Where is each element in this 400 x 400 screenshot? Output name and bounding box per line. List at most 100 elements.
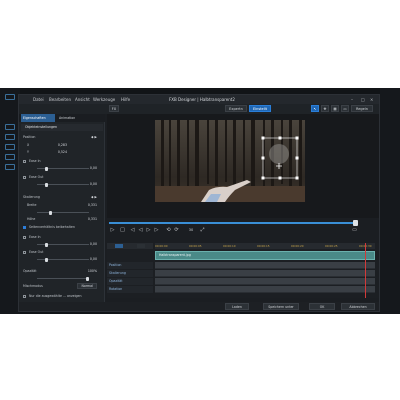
host-tool-icon[interactable]: [5, 94, 15, 100]
position-y-row: Y 0,524: [23, 149, 101, 156]
scale-value[interactable]: 0,331: [88, 202, 97, 209]
keyframe-icon[interactable]: ◆ ▶: [91, 194, 97, 201]
height-row: Höhe 0,331: [23, 216, 101, 223]
host-tool-icon[interactable]: [5, 124, 15, 130]
layout-icon[interactable]: ▭: [351, 227, 358, 234]
video-preview[interactable]: [155, 120, 305, 202]
minimize-icon[interactable]: –: [351, 95, 353, 104]
track-scale[interactable]: [155, 270, 375, 277]
track-label-opacity[interactable]: Opazität: [107, 278, 153, 285]
opacity-row: Opazität 100%: [23, 268, 101, 275]
timeline-ruler[interactable]: 00:00:00 00:00:05 00:00:10 00:00:15 00:0…: [155, 243, 375, 249]
step-forward-icon[interactable]: ▷: [145, 227, 152, 234]
ease-in2-checkbox[interactable]: [23, 236, 26, 239]
slider-knob[interactable]: [49, 210, 52, 215]
track-opacity[interactable]: [155, 278, 375, 285]
tab-animation[interactable]: Animation: [57, 114, 83, 122]
ruler-label: 00:00:20: [291, 244, 304, 248]
select-tool-icon[interactable]: ↖: [311, 105, 319, 112]
keyframe-icon[interactable]: ◆ ▶: [91, 134, 97, 141]
expert-mode-button[interactable]: Expertn: [225, 105, 247, 112]
height-value[interactable]: 0,331: [88, 216, 97, 223]
rules-dropdown[interactable]: Regeln: [351, 105, 373, 112]
menu-item-view[interactable]: Ansicht: [75, 95, 90, 104]
slider-knob[interactable]: [45, 182, 48, 187]
timeline-remove-button[interactable]: [137, 244, 145, 248]
fx-button[interactable]: FX: [109, 105, 119, 112]
track-rotation[interactable]: [155, 286, 375, 293]
menu-item-file[interactable]: Datei: [33, 95, 44, 104]
undo-icon[interactable]: ⟲: [165, 227, 172, 234]
slider-knob[interactable]: [45, 257, 48, 262]
timeline-clip[interactable]: Halbtransparent.jpg: [155, 251, 375, 260]
forest-scene-image: [155, 120, 305, 202]
play-icon[interactable]: ▷: [109, 227, 116, 234]
prev-frame-icon[interactable]: ◁: [129, 227, 136, 234]
ease-out-slider[interactable]: [37, 182, 89, 187]
screen-tool-icon[interactable]: ▭: [341, 105, 349, 112]
blend-mode-select[interactable]: Normal: [77, 283, 97, 289]
maximize-icon[interactable]: □: [361, 95, 365, 104]
slider-knob[interactable]: [45, 242, 48, 247]
ease-in2-value[interactable]: 0,00: [90, 241, 97, 248]
ease-in-slider[interactable]: [37, 166, 89, 171]
load-button[interactable]: Laden: [225, 303, 249, 310]
settings-mode-button[interactable]: Einstellt: [249, 105, 271, 112]
ease-in-value[interactable]: 0,00: [90, 165, 97, 172]
ease-out2-value[interactable]: 0,00: [90, 256, 97, 263]
ease-out-value[interactable]: 0,00: [90, 181, 97, 188]
ease-in-checkbox[interactable]: [23, 160, 26, 163]
slider-knob[interactable]: [86, 276, 89, 281]
ease-out-value-row: 0,00: [23, 181, 101, 188]
width-slider[interactable]: [37, 210, 89, 215]
host-tool-icon[interactable]: [5, 134, 15, 140]
ease-out-checkbox[interactable]: [23, 176, 26, 179]
dialog-footer: Laden Speichern unter OK Abbrechen: [19, 302, 379, 311]
track-label-rotation[interactable]: Rotation: [107, 286, 153, 293]
section-object-settings[interactable]: Objekteinstellungen: [21, 124, 103, 131]
ease-in2-slider[interactable]: [37, 242, 89, 247]
grid-tool-icon[interactable]: ▦: [331, 105, 339, 112]
redo-icon[interactable]: ⟳: [173, 227, 180, 234]
opacity-slider[interactable]: [37, 276, 89, 281]
host-tool-icon[interactable]: [5, 164, 15, 170]
ease-out2-slider[interactable]: [37, 257, 89, 262]
show-selected-checkbox[interactable]: [23, 295, 26, 298]
y-value-field[interactable]: 0,524: [58, 149, 67, 156]
tab-properties[interactable]: Eigenschaften: [21, 114, 55, 122]
ruler-label: 00:00:05: [189, 244, 202, 248]
menu-item-tools[interactable]: Werkzeuge: [93, 95, 115, 104]
step-back-icon[interactable]: ◁: [137, 227, 144, 234]
zoom-select[interactable]: 30: [185, 227, 197, 234]
stop-icon[interactable]: □: [119, 227, 126, 234]
ok-button[interactable]: OK: [309, 303, 335, 310]
fullscreen-icon[interactable]: ⤢: [199, 227, 206, 234]
cancel-button[interactable]: Abbrechen: [341, 303, 375, 310]
preview-scrub-handle[interactable]: [353, 220, 358, 226]
host-tool-icon[interactable]: [5, 154, 15, 160]
timeline-add-button[interactable]: [115, 244, 123, 248]
position-row: Position ◆ ▶: [23, 134, 101, 141]
pan-tool-icon[interactable]: ✥: [321, 105, 329, 112]
x-value-field[interactable]: 0,283: [58, 142, 67, 149]
track-position[interactable]: [155, 262, 375, 269]
blend-label: Mischmodus: [23, 284, 43, 288]
ease-out2-checkbox[interactable]: [23, 251, 26, 254]
track-label-position[interactable]: Position: [107, 262, 153, 269]
aspect-checkbox[interactable]: [23, 226, 26, 229]
next-frame-icon[interactable]: ▷: [153, 227, 160, 234]
menu-item-edit[interactable]: Bearbeiten: [49, 95, 71, 104]
height-label: Höhe: [27, 217, 36, 221]
timeline-playhead[interactable]: [365, 243, 366, 298]
close-icon[interactable]: ×: [370, 95, 373, 104]
ruler-label: 00:00:15: [257, 244, 270, 248]
menu-item-help[interactable]: Hilfe: [121, 95, 130, 104]
slider-knob[interactable]: [45, 166, 48, 171]
ruler-label: 00:00:10: [223, 244, 236, 248]
opacity-value[interactable]: 100%: [88, 268, 97, 275]
track-label-scale[interactable]: Skalierung: [107, 270, 153, 277]
host-tool-icon[interactable]: [5, 144, 15, 150]
show-selected-label: Nur die ausgewählte ... anzeigen: [29, 294, 82, 298]
save-as-button[interactable]: Speichern unter: [263, 303, 299, 310]
preview-scrub-bar[interactable]: [109, 222, 357, 224]
